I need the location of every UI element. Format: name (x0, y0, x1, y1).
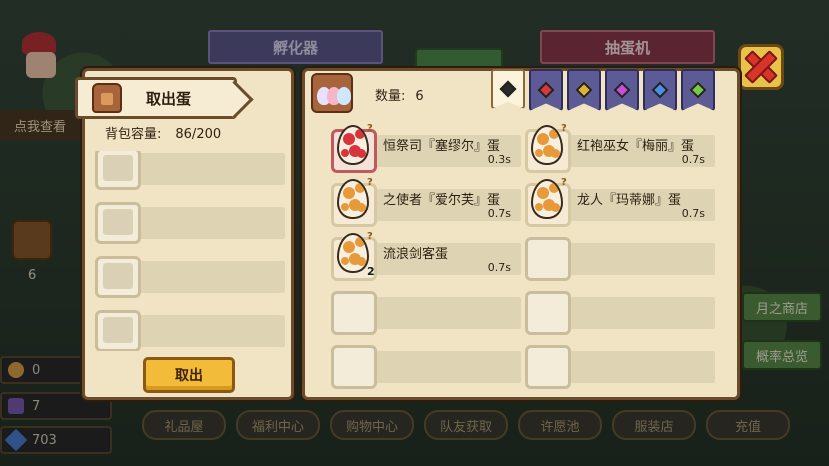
egg-name: 流浪剑客蛋 (383, 247, 449, 262)
close-button[interactable] (738, 44, 784, 90)
egg-slot[interactable]: ? 恒祭司『塞缪尔』蛋 0.3s (331, 123, 521, 173)
egg-slot[interactable]: ? 龙人『玛蒂娜』蛋 0.7s (525, 177, 715, 227)
rarity-filter-tabs (491, 69, 715, 111)
take-out-button[interactable]: 取出 (143, 357, 235, 393)
egg-basket-icon (311, 73, 353, 113)
capacity-value: 86/200 (175, 127, 222, 142)
backpack-slot[interactable] (95, 256, 285, 298)
take-egg-panel: 取出蛋 背包容量: 86/200 取出 (75, 68, 294, 400)
rarity-tab-2[interactable] (567, 69, 601, 111)
empty-egg-slot[interactable] (525, 291, 715, 335)
gem-icon (613, 81, 631, 99)
unknown-badge-icon: ? (561, 123, 567, 134)
egg-count-label: 数量: (375, 89, 406, 104)
egg-slot[interactable]: ? 之使者『爱尔芙』蛋 0.7s (331, 177, 521, 227)
egg-slot[interactable]: ? 2 流浪剑客蛋 0.7s (331, 231, 521, 281)
egg-hatch-time: 0.7s (487, 207, 511, 220)
egg-icon (531, 179, 563, 219)
rarity-tab-3[interactable] (605, 69, 639, 111)
egg-name: 之使者『爱尔芙』蛋 (383, 193, 501, 208)
egg-count: 数量: 6 (375, 85, 424, 104)
unknown-badge-icon: ? (367, 123, 373, 134)
backpack-slot-list[interactable] (95, 151, 285, 351)
egg-icon (337, 179, 369, 219)
egg-name: 恒祭司『塞缪尔』蛋 (383, 139, 501, 154)
backpack-capacity: 背包容量: 86/200 (105, 123, 221, 142)
egg-hatch-time: 0.3s (487, 153, 511, 166)
egg-hatch-time: 0.7s (681, 207, 705, 220)
egg-icon (337, 233, 369, 273)
egg-inventory-panel: 数量: 6 ? 恒祭司『塞缪尔』蛋 0.3s? 红袍巫女『梅丽』蛋 0.7s? 之使者『爱尔… (302, 68, 740, 400)
egg-count-value: 6 (415, 89, 424, 104)
backpack-slot[interactable] (95, 310, 285, 351)
egg-slot[interactable]: ? 红袍巫女『梅丽』蛋 0.7s (525, 123, 715, 173)
unknown-badge-icon: ? (561, 177, 567, 188)
egg-hatch-time: 0.7s (487, 261, 511, 274)
gem-icon (689, 81, 707, 99)
egg-grid: ? 恒祭司『塞缪尔』蛋 0.3s? 红袍巫女『梅丽』蛋 0.7s? 之使者『爱尔芙』蛋 0.… (331, 123, 717, 389)
rarity-tab-0[interactable] (491, 69, 525, 109)
unknown-badge-icon: ? (367, 177, 373, 188)
gem-icon (499, 80, 517, 98)
gem-icon (575, 81, 593, 99)
take-egg-title: 取出蛋 (146, 89, 192, 108)
gem-icon (651, 81, 669, 99)
egg-name: 龙人『玛蒂娜』蛋 (577, 193, 682, 208)
backpack-icon (92, 83, 122, 113)
egg-stack-count: 2 (367, 265, 375, 278)
rarity-tab-5[interactable] (681, 69, 715, 111)
gem-icon (537, 81, 555, 99)
egg-icon (531, 125, 563, 165)
backpack-slot[interactable] (95, 202, 285, 244)
rarity-tab-1[interactable] (529, 69, 563, 111)
egg-icon (337, 125, 369, 165)
rarity-tab-4[interactable] (643, 69, 677, 111)
capacity-label: 背包容量: (105, 127, 162, 142)
egg-name: 红袍巫女『梅丽』蛋 (577, 139, 695, 154)
take-egg-header: 取出蛋 (75, 77, 237, 119)
empty-egg-slot[interactable] (331, 291, 521, 335)
empty-egg-slot[interactable] (331, 345, 521, 389)
unknown-badge-icon: ? (367, 231, 373, 242)
empty-egg-slot[interactable] (525, 345, 715, 389)
empty-egg-slot[interactable] (525, 237, 715, 281)
egg-hatch-time: 0.7s (681, 153, 705, 166)
backpack-slot[interactable] (95, 151, 285, 190)
